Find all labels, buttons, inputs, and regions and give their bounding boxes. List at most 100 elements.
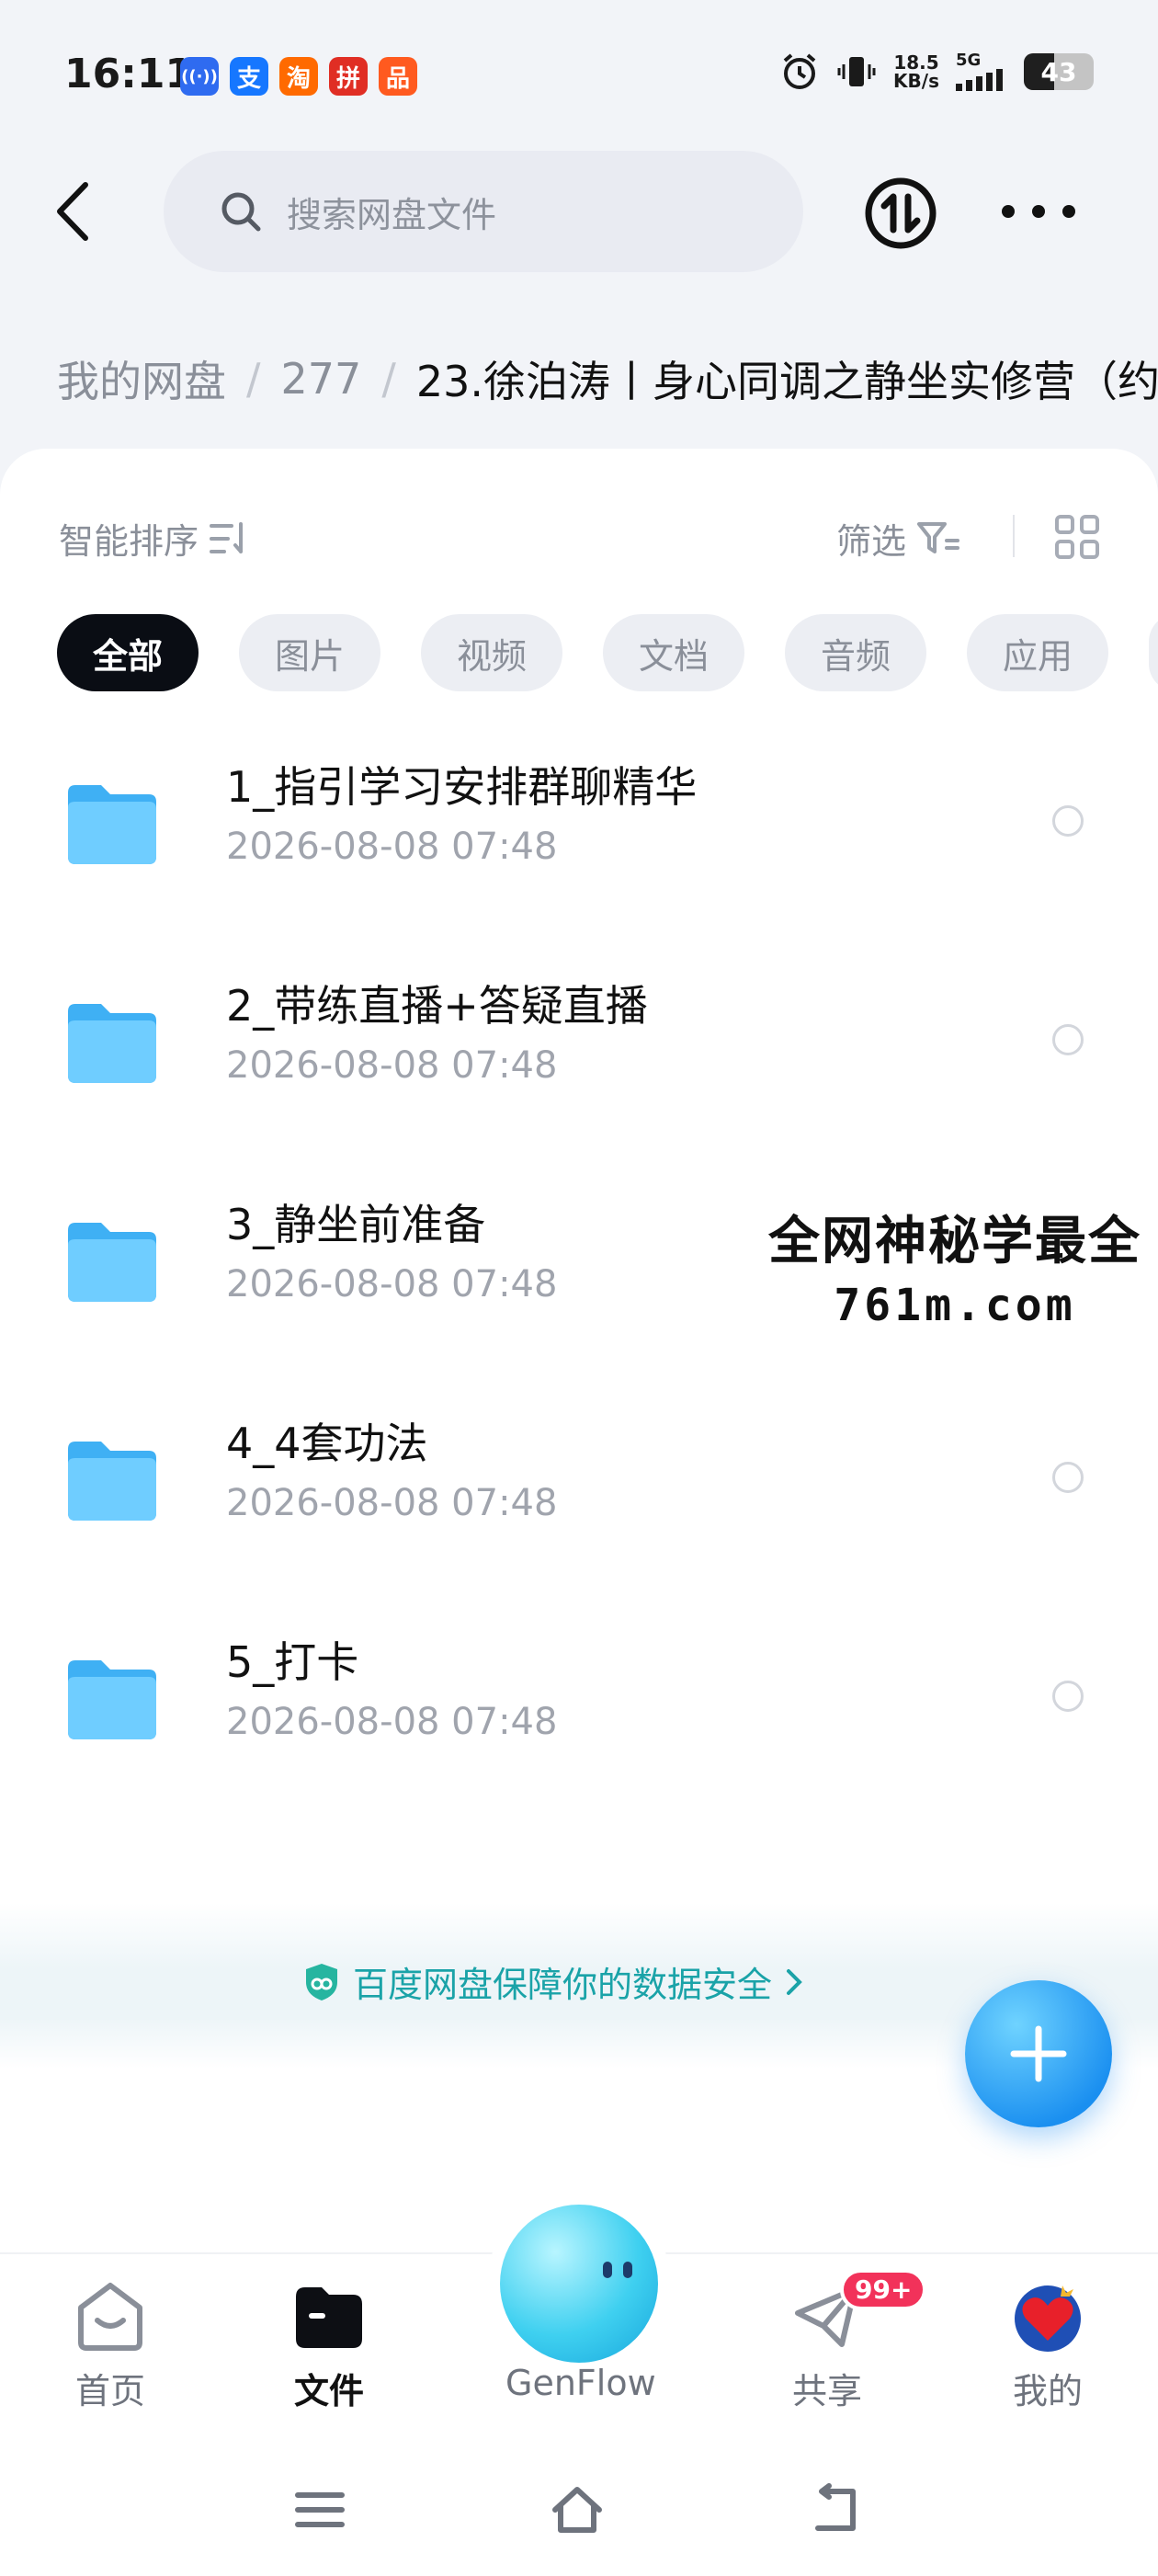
battery-indicator: 43	[1024, 53, 1094, 90]
grid-view-icon-cell	[1055, 540, 1074, 559]
more-button[interactable]	[1002, 184, 1075, 239]
menu-icon[interactable]	[292, 2482, 347, 2537]
nav-genflow-label: GenFlow	[505, 2363, 656, 2403]
folder-tab-icon	[292, 2280, 366, 2354]
grid-view-button[interactable]	[1055, 515, 1099, 559]
nav-share-label: 共享	[791, 2371, 862, 2411]
filter-label: 筛选	[836, 521, 907, 562]
nav-home[interactable]: 首页	[37, 2280, 184, 2413]
more-icon	[1002, 205, 1015, 218]
plus-icon	[1010, 2025, 1067, 2082]
file-name: 4_4套功法	[226, 1419, 428, 1468]
watermark: 全网神秘学最全 761m.com	[752, 1200, 1158, 1331]
select-checkbox[interactable]	[1052, 805, 1084, 837]
filter-button[interactable]: 筛选	[836, 513, 960, 564]
more-icon-dot	[1032, 205, 1045, 218]
folder-icon	[68, 785, 156, 864]
avatar	[1011, 2280, 1084, 2354]
search-placeholder: 搜索网盘文件	[287, 194, 497, 235]
file-name: 3_静坐前准备	[226, 1200, 486, 1249]
folder-row[interactable]: 1_指引学习安排群聊精华 2026-08-08 07:48	[0, 734, 1158, 952]
select-checkbox[interactable]	[1052, 1024, 1084, 1055]
back-nav-icon[interactable]	[809, 2482, 864, 2537]
status-indicators: 18.5 KB/s 5G 43	[779, 51, 1094, 92]
nav-files[interactable]: 文件	[255, 2280, 403, 2413]
battery-level: 43	[1040, 56, 1077, 87]
search-icon	[221, 192, 261, 232]
select-checkbox[interactable]	[1052, 1681, 1084, 1712]
breadcrumb-separator: /	[381, 354, 396, 404]
file-date: 2026-08-08 07:48	[226, 1482, 558, 1524]
watermark-line1: 全网神秘学最全	[768, 1212, 1141, 1271]
breadcrumb-item-root[interactable]: 我的网盘	[57, 348, 226, 409]
folder-icon	[68, 1004, 156, 1083]
net-speed-value: 18.5	[893, 51, 939, 74]
watermark-line2: 761m.com	[834, 1280, 1076, 1331]
file-date: 2026-08-08 07:48	[226, 826, 558, 868]
file-name: 5_打卡	[226, 1637, 359, 1687]
broadcast-icon: ((·))	[180, 57, 219, 96]
security-banner[interactable]: 百度网盘保障你的数据安全	[303, 1956, 803, 2007]
add-button[interactable]	[965, 1980, 1112, 2127]
category-chips: 全部 图片 视频 文档 音频 应用	[57, 614, 1158, 691]
transfer-icon	[865, 177, 937, 249]
app-icon: 品	[379, 57, 417, 96]
nav-share[interactable]: 99+ 共享	[754, 2269, 927, 2413]
folder-row[interactable]: 5_打卡 2026-08-08 07:48	[0, 1609, 1158, 1828]
nav-me[interactable]: 我的	[974, 2280, 1121, 2413]
taobao-icon: 淘	[279, 57, 318, 96]
file-date: 2026-08-08 07:48	[226, 1263, 558, 1305]
home-icon	[74, 2280, 147, 2354]
breadcrumb-separator: /	[246, 354, 261, 404]
nav-home-label: 首页	[74, 2371, 145, 2411]
search-input[interactable]: 搜索网盘文件	[164, 151, 803, 272]
net-speed: 18.5 KB/s	[893, 53, 939, 90]
select-checkbox[interactable]	[1052, 1462, 1084, 1493]
net-speed-unit: KB/s	[893, 70, 939, 92]
grid-view-icon-cell	[1080, 540, 1099, 559]
chip-videos[interactable]: 视频	[421, 614, 562, 691]
folder-icon	[68, 1442, 156, 1521]
pinduoduo-icon: 拼	[329, 57, 368, 96]
breadcrumb-item-parent[interactable]: 277	[281, 354, 362, 404]
mascot-eye	[623, 2262, 632, 2278]
transfer-button[interactable]	[864, 177, 937, 250]
home-nav-icon[interactable]	[550, 2482, 605, 2537]
folder-row[interactable]: 4_4套功法 2026-08-08 07:48	[0, 1390, 1158, 1609]
more-icon-dot	[1062, 205, 1075, 218]
network-type: 5G	[956, 51, 982, 70]
signal-icon	[956, 69, 1003, 91]
toolbar-divider	[1013, 515, 1015, 557]
chip-images[interactable]: 图片	[239, 614, 380, 691]
nav-genflow[interactable]: GenFlow	[505, 2363, 656, 2403]
status-time: 16:11	[64, 51, 194, 97]
chip-documents[interactable]: 文档	[603, 614, 744, 691]
mascot-eye	[603, 2262, 612, 2278]
grid-view-icon	[1055, 515, 1074, 534]
filter-icon	[917, 521, 960, 553]
share-badge: 99+	[840, 2269, 927, 2310]
nav-files-label: 文件	[293, 2371, 364, 2411]
breadcrumb-item-current: 23.徐泊涛丨身心同调之静坐实修营（约	[415, 357, 1158, 406]
sort-icon	[210, 521, 244, 553]
paper-plane-icon: 99+	[790, 2269, 927, 2354]
chevron-right-icon	[787, 1968, 802, 1995]
chip-audio[interactable]: 音频	[785, 614, 926, 691]
file-name: 2_带练直播+答疑直播	[226, 981, 648, 1031]
sort-button[interactable]: 智能排序	[59, 513, 250, 564]
vibrate-icon	[837, 57, 876, 86]
folder-row[interactable]: 2_带练直播+答疑直播 2026-08-08 07:48	[0, 952, 1158, 1171]
chip-apps[interactable]: 应用	[967, 614, 1108, 691]
shield-icon	[306, 1963, 337, 2000]
security-text: 百度网盘保障你的数据安全	[353, 1965, 773, 2005]
back-button[interactable]	[40, 170, 105, 253]
back-arrow-icon	[57, 182, 88, 241]
genflow-mascot-icon[interactable]	[500, 2205, 658, 2363]
signal-group: 5G	[956, 52, 1007, 91]
alipay-icon: 支	[230, 57, 268, 96]
folder-icon	[68, 1660, 156, 1739]
file-date: 2026-08-08 07:48	[226, 1701, 558, 1743]
breadcrumb: 我的网盘 / 277 / 23.徐泊涛丨身心同调之静坐实修营（约	[57, 342, 1158, 416]
chip-all[interactable]: 全部	[57, 614, 199, 691]
chip-more[interactable]	[1149, 614, 1158, 691]
